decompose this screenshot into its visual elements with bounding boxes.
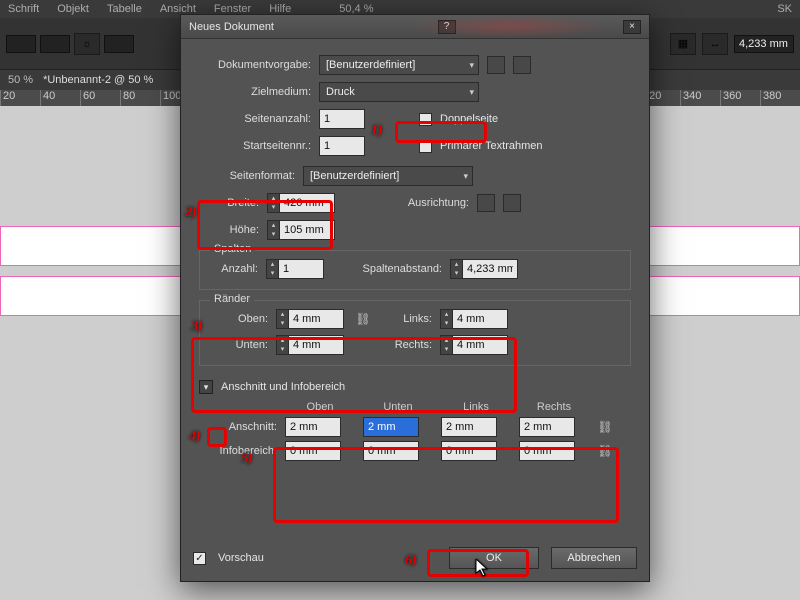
menu-item[interactable]: Tabelle	[107, 3, 142, 15]
gutter-input[interactable]	[462, 259, 518, 279]
margin-top-label: Oben:	[212, 313, 268, 325]
pagesize-label: Seitenformat:	[199, 170, 295, 182]
grid-icon[interactable]: ▦	[670, 33, 696, 55]
column-count-spinner[interactable]: ▴▾	[266, 259, 278, 279]
sun-icon[interactable]: ☼	[74, 33, 100, 55]
bleed-grid: Oben Unten Links Rechts Anschnitt: ⛓ Inf…	[199, 401, 631, 461]
portrait-icon[interactable]	[477, 194, 495, 212]
intent-label: Zielmedium:	[199, 86, 311, 98]
pagesize-select[interactable]: [Benutzerdefiniert]	[303, 166, 473, 186]
slug-bottom-input[interactable]	[363, 441, 419, 461]
bleed-header: Rechts	[519, 401, 589, 413]
dialog-titlebar[interactable]: Neues Dokument ? ×	[181, 15, 649, 39]
margin-right-label: Rechts:	[382, 339, 432, 351]
gutter-label: Spaltenabstand:	[332, 263, 442, 275]
orientation-label: Ausrichtung:	[343, 197, 469, 209]
link-margins-icon[interactable]: ⛓	[352, 310, 374, 328]
margins-fieldset: Ränder Oben: ▴▾ ⛓ Links: ▴▾ Unten: ▴▾ Re…	[199, 300, 631, 366]
cancel-button[interactable]: Abbrechen	[551, 547, 637, 569]
bleed-left-input[interactable]	[441, 417, 497, 437]
workspace-label[interactable]: SK	[777, 3, 792, 15]
startpage-label: Startseitennr.:	[199, 140, 311, 152]
primary-textframe-checkbox[interactable]	[419, 140, 432, 153]
margin-bottom-input[interactable]	[288, 335, 344, 355]
document-tab[interactable]: *Unbenannt-2 @ 50 %	[43, 74, 153, 86]
dialog-title: Neues Dokument	[189, 21, 274, 33]
delete-preset-icon[interactable]	[513, 56, 531, 74]
bleed-row-label: Anschnitt:	[199, 421, 277, 433]
columns-legend: Spalten	[210, 243, 255, 255]
slug-top-input[interactable]	[285, 441, 341, 461]
height-label: Höhe:	[199, 224, 259, 236]
stroke-style-swatch[interactable]	[40, 35, 70, 53]
width-label: Breite:	[199, 197, 259, 209]
margin-bottom-spinner[interactable]: ▴▾	[276, 335, 288, 355]
save-preset-icon[interactable]	[487, 56, 505, 74]
primary-textframe-label: Primärer Textrahmen	[440, 140, 543, 152]
zoom-label: 50 %	[8, 74, 33, 86]
slug-right-input[interactable]	[519, 441, 575, 461]
menu-item[interactable]: Schrift	[8, 3, 39, 15]
bleed-section-label: Anschnitt und Infobereich	[221, 381, 345, 393]
bleed-right-input[interactable]	[519, 417, 575, 437]
facing-pages-checkbox[interactable]	[419, 113, 432, 126]
height-spinner[interactable]: ▴▾	[267, 220, 279, 240]
column-count-input[interactable]	[278, 259, 324, 279]
link-bleed-icon[interactable]: ⛓	[597, 418, 613, 436]
margin-bottom-label: Unten:	[212, 339, 268, 351]
pages-input[interactable]	[319, 109, 365, 129]
landscape-icon[interactable]	[503, 194, 521, 212]
bleed-header: Oben	[285, 401, 355, 413]
width-spinner[interactable]: ▴▾	[267, 193, 279, 213]
startpage-input[interactable]	[319, 136, 365, 156]
margin-left-spinner[interactable]: ▴▾	[440, 309, 452, 329]
margin-right-input[interactable]	[452, 335, 508, 355]
stroke-weight-input[interactable]	[734, 35, 794, 53]
preset-label: Dokumentvorgabe:	[199, 59, 311, 71]
slug-left-input[interactable]	[441, 441, 497, 461]
facing-pages-label: Doppelseite	[440, 113, 498, 125]
bleed-header: Links	[441, 401, 511, 413]
stroke-style-swatch[interactable]	[6, 35, 36, 53]
swatch[interactable]	[104, 35, 134, 53]
gutter-spinner[interactable]: ▴▾	[450, 259, 462, 279]
new-document-dialog: Neues Dokument ? × Dokumentvorgabe: [Ben…	[180, 14, 650, 582]
margin-top-input[interactable]	[288, 309, 344, 329]
margins-legend: Ränder	[210, 293, 254, 305]
height-input[interactable]	[279, 220, 335, 240]
column-count-label: Anzahl:	[212, 263, 258, 275]
margin-right-spinner[interactable]: ▴▾	[440, 335, 452, 355]
preview-checkbox[interactable]: ✓	[193, 552, 206, 565]
link-slug-icon[interactable]: ⛓	[597, 442, 613, 460]
bleed-top-input[interactable]	[285, 417, 341, 437]
close-icon[interactable]: ×	[623, 20, 641, 34]
bleed-disclosure-icon[interactable]: ▾	[199, 380, 213, 394]
intent-select[interactable]: Druck	[319, 82, 479, 102]
margin-top-spinner[interactable]: ▴▾	[276, 309, 288, 329]
slug-row-label: Infobereich:	[199, 445, 277, 457]
bleed-header: Unten	[363, 401, 433, 413]
width-input[interactable]	[279, 193, 335, 213]
margin-left-input[interactable]	[452, 309, 508, 329]
pages-label: Seitenanzahl:	[199, 113, 311, 125]
bleed-bottom-input[interactable]	[363, 417, 419, 437]
margin-left-label: Links:	[382, 313, 432, 325]
preset-select[interactable]: [Benutzerdefiniert]	[319, 55, 479, 75]
preview-label: Vorschau	[218, 552, 264, 564]
help-icon[interactable]: ?	[438, 20, 456, 34]
ok-button[interactable]: OK	[449, 547, 539, 569]
link-icon[interactable]: ↔	[702, 33, 728, 55]
columns-fieldset: Spalten Anzahl: ▴▾ Spaltenabstand: ▴▾	[199, 250, 631, 290]
menu-item[interactable]: Objekt	[57, 3, 89, 15]
